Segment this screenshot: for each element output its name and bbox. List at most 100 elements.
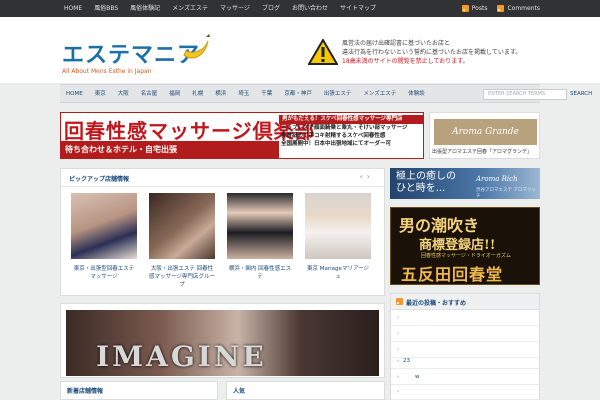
list-item[interactable]: › <box>391 384 539 400</box>
nav-item-home[interactable]: HOME <box>60 85 89 104</box>
aroma-grande-caption: 出張型アロマエステ回春「アロマグランデ」 <box>432 149 533 155</box>
aroma-rich-banner[interactable]: 極上の癒しの ひと時を... Aroma Rich 渋谷アロマエステ アロマリッチ <box>390 168 540 199</box>
nav-item-nagoya[interactable]: 名古屋 <box>135 85 164 104</box>
featured-panel: ピックアップ店舗情報 ‹› 東京・出張型回春エステ マッサージ 大阪・出張エステ… <box>60 168 385 296</box>
top-nav-mens-esthe[interactable]: メンズエステ <box>166 0 214 17</box>
banner-detail-2: トップレスで顔面騎乗と睾丸・そけい部マッサージ <box>281 125 408 131</box>
chevron-right-icon: › <box>397 374 400 380</box>
aroma-rich-line-1: 極上の癒しの ひと時を... <box>396 171 456 194</box>
kaishundo-line-4: 五反田回春堂 <box>401 265 504 284</box>
imagine-banner[interactable]: IMAGINE <box>66 310 379 376</box>
kaishundo-line-3: 回春性感マッサージ・ドライオーガズム <box>421 253 511 259</box>
nav-item-yokohama[interactable]: 横浜 <box>209 85 232 104</box>
search-button[interactable]: SEARCH <box>570 88 592 101</box>
card-caption[interactable]: 横浜・関内 回春性感エステ <box>227 265 293 281</box>
top-nav-contact[interactable]: お問い合わせ <box>286 0 334 17</box>
list-item-label[interactable]: 23 <box>403 353 410 369</box>
rss-icon[interactable] <box>396 298 403 305</box>
nav-item-sapporo[interactable]: 札幌 <box>186 85 209 104</box>
nav-item-fukuoka[interactable]: 福岡 <box>163 85 186 104</box>
warning-icon <box>308 39 338 65</box>
warning-line-2: 違法行為を行わないという誓約に基づいたお店を掲載しています。 <box>342 49 522 56</box>
list-item[interactable]: › w <box>391 369 539 385</box>
top-bar: HOME 風俗BBS 風俗体験記 メンズエステ マッサージ ブログ お問い合わせ… <box>0 0 600 17</box>
featured-card[interactable]: 東京 Mariageマリアージュ <box>305 193 371 281</box>
card-caption[interactable]: 東京 Mariageマリアージュ <box>305 265 371 281</box>
chevron-right-icon: › <box>397 358 400 364</box>
aroma-rich-sub: 渋谷アロマエステ アロマリッチ <box>476 188 536 199</box>
nav-item-kyoto-kobe[interactable]: 京都・神戸 <box>278 85 318 104</box>
chevron-right-icon: › <box>397 315 400 321</box>
list-item[interactable]: › 23 <box>391 353 539 369</box>
rss-icon <box>497 5 505 12</box>
top-nav-home[interactable]: HOME <box>58 0 88 17</box>
banner-detail-4: 全国展開中！日本中出張地域にてオーダー可 <box>281 141 392 147</box>
list-item[interactable]: › <box>391 310 539 326</box>
featured-card[interactable]: 大阪・出張エステ 回春性感マッサージ専門店グループ <box>149 193 215 289</box>
card-caption[interactable]: 大阪・出張エステ 回春性感マッサージ専門店グループ <box>149 265 215 289</box>
card-photo[interactable] <box>305 193 371 259</box>
kaishun-banner[interactable]: 回春性感マッサージ倶楽部 待ち合わせ＆ホテル・自宅出張 男がもだえる！スケベ回春… <box>60 112 424 159</box>
card-photo[interactable] <box>227 193 293 259</box>
top-nav-sitemap[interactable]: サイトマップ <box>334 0 382 17</box>
posts-feed-label: Posts <box>471 5 488 12</box>
nav-item-chiba[interactable]: 千葉 <box>255 85 278 104</box>
feed-links: Posts Comments <box>461 0 540 17</box>
banner-detail-3: 乳首舐めで手コキ射精するスケベ回春性感 <box>281 133 386 139</box>
logo-tagline: All About Mens Esthe in Japan <box>62 68 152 75</box>
chevron-right-icon: › <box>397 389 400 395</box>
list-item[interactable]: › <box>391 326 539 342</box>
new-shops-title: 新着店舗情報 <box>67 388 104 395</box>
nav-item-reports[interactable]: 体験談 <box>402 85 431 104</box>
chevron-right-icon[interactable]: › <box>367 172 374 181</box>
list-item-label[interactable]: w <box>415 369 420 385</box>
site-header: エステマニア All About Mens Esthe in Japan 風営法… <box>0 17 600 83</box>
kaishundo-line-1: 男の潮吹き <box>399 216 480 235</box>
banner-detail-1: 男がもだえる！スケベ回春性感マッサージ専門店 <box>279 115 423 124</box>
banner-details: 男がもだえる！スケベ回春性感マッサージ専門店 トップレスで顔面騎乗と睾丸・そけい… <box>279 115 423 148</box>
search-input[interactable]: ENTER SEARCH TERMS <box>483 89 567 100</box>
top-nav-blog[interactable]: ブログ <box>256 0 286 17</box>
nav-item-osaka[interactable]: 大阪 <box>112 85 135 104</box>
main-nav: HOME 東京 大阪 名古屋 福岡 札幌 横浜 埼玉 千葉 京都・神戸 出張エス… <box>60 84 592 104</box>
warning-text: 風営法の届け出確認書に基づいたお店と 違法行為を行わないという誓約に基づいたお店… <box>342 39 521 66</box>
rss-icon <box>461 5 469 12</box>
recent-posts-title: 最近の投稿・おすすめ <box>406 300 467 307</box>
imagine-banner-panel: IMAGINE <box>60 303 385 378</box>
nav-item-delivery[interactable]: 出張エステ <box>318 85 358 104</box>
warning-line-1: 風営法の届け出確認書に基づいたお店と <box>342 40 451 47</box>
kaishundo-line-2: 商標登録店!! <box>419 238 496 253</box>
comments-feed-link[interactable]: Comments <box>497 0 540 17</box>
carousel-arrows: ‹› <box>360 172 374 181</box>
banner-title: 回春性感マッサージ倶楽部 <box>64 119 316 143</box>
card-photo[interactable] <box>71 193 137 259</box>
nav-item-saitama[interactable]: 埼玉 <box>232 85 255 104</box>
featured-card[interactable]: 横浜・関内 回春性感エステ <box>227 193 293 281</box>
aroma-rich-brand: Aroma Rich <box>476 175 518 183</box>
banner-strip: 待ち合わせ＆ホテル・自宅出張 <box>61 141 279 158</box>
nav-item-tokyo[interactable]: 東京 <box>89 85 112 104</box>
recent-posts-header: 最近の投稿・おすすめ <box>391 294 539 310</box>
warning-line-red: 18歳未満のサイトの閲覧を禁止しております。 <box>342 58 469 65</box>
card-photo[interactable] <box>149 193 215 259</box>
popular-title: 人気 <box>233 388 246 395</box>
imagine-logo: IMAGINE <box>96 340 267 373</box>
banana-icon <box>183 34 210 59</box>
chevron-right-icon: › <box>397 331 400 337</box>
site-logo[interactable]: エステマニア All About Mens Esthe in Japan <box>62 34 210 75</box>
card-caption[interactable]: 東京・出張型回春エステ マッサージ <box>71 265 137 281</box>
comments-feed-label: Comments <box>507 5 540 12</box>
top-nav-report[interactable]: 風俗体験記 <box>124 0 166 17</box>
top-nav-bbs[interactable]: 風俗BBS <box>88 0 124 17</box>
recent-posts-widget: 最近の投稿・おすすめ › › › › 23 › w › <box>390 293 540 400</box>
nav-item-mens-esthe[interactable]: メンズエステ <box>357 85 402 104</box>
kaishundo-banner[interactable]: 男の潮吹き 商標登録店!! 回春性感マッサージ・ドライオーガズム 五反田回春堂 <box>390 207 540 285</box>
popular-panel: 人気 <box>226 381 385 400</box>
aroma-grande-logo: Aroma Grande <box>434 119 537 145</box>
top-nav: HOME 風俗BBS 風俗体験記 メンズエステ マッサージ ブログ お問い合わせ… <box>58 0 382 17</box>
aroma-grande-banner[interactable]: Aroma Grande 出張型アロマエステ回春「アロマグランデ」 <box>429 112 540 159</box>
posts-feed-link[interactable]: Posts <box>461 0 488 17</box>
featured-card[interactable]: 東京・出張型回春エステ マッサージ <box>71 193 137 281</box>
chevron-left-icon[interactable]: ‹ <box>360 172 367 181</box>
top-nav-massage[interactable]: マッサージ <box>214 0 256 17</box>
